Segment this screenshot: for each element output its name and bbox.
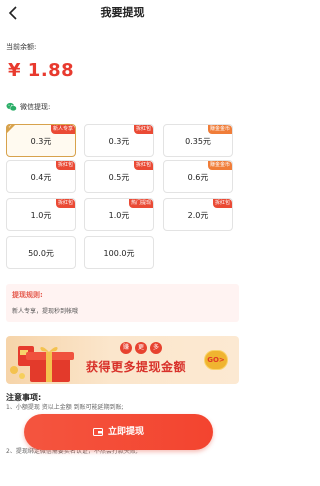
earn-chip: 多 [150,342,162,354]
balance-value: ¥ 1.88 [8,60,75,81]
option-amount: 0.6元 [187,173,209,182]
withdraw-option-7[interactable]: 热门提现 1.0元 [84,198,154,231]
header: 我要提现 [0,0,245,26]
option-tag: 拆红包 [133,161,153,170]
wechat-withdraw-header: 微信提现: [6,101,50,113]
withdraw-option-9[interactable]: 50.0元 [6,236,76,269]
banner-text: 获得更多提现金额 [86,360,187,374]
withdraw-option-1[interactable]: 拆红包 0.3元 [84,124,154,157]
withdraw-option-10[interactable]: 100.0元 [84,236,154,269]
withdraw-option-4[interactable]: 拆红包 0.5元 [84,160,154,193]
option-amount: 1.0元 [30,211,52,220]
balance-label: 当前余额: [6,43,37,51]
rules-text: 新人专享，提现秒到帐哦 [12,308,79,315]
go-button[interactable]: GO> [204,350,228,370]
option-amount: 2.0元 [187,211,209,220]
option-tag: 新人专享 [50,125,75,134]
withdraw-option-0[interactable]: ✓ 新人专享 0.3元 [6,124,76,157]
option-amount: 50.0元 [28,249,54,258]
withdraw-now-button[interactable]: 立即提现 [24,414,213,450]
withdraw-option-6[interactable]: 拆红包 1.0元 [6,198,76,231]
check-icon: ✓ [8,124,13,130]
notice-title: 注意事项: [6,393,42,402]
option-amount: 0.3元 [30,137,52,146]
withdraw-option-5[interactable]: 赚金金币 0.6元 [163,160,233,193]
wechat-icon [6,102,17,112]
option-amount: 100.0元 [103,249,135,258]
rules-title: 提现规则: [12,291,43,299]
option-amount: 0.3元 [108,137,130,146]
earn-more-banner[interactable]: 赚 更 多 获得更多提现金额 GO> [6,336,239,384]
option-tag: 拆红包 [133,125,153,134]
withdraw-now-label: 立即提现 [107,427,144,437]
withdraw-option-3[interactable]: 拆红包 0.4元 [6,160,76,193]
option-tag: 赚金金币 [207,161,232,170]
wechat-withdraw-label: 微信提现: [20,102,51,111]
red-envelope-gift-icon [10,346,74,382]
earn-chip: 更 [135,342,147,354]
option-amount: 1.0元 [108,211,130,220]
page-title: 我要提现 [100,6,145,19]
withdraw-option-8[interactable]: 拆红包 2.0元 [163,198,233,231]
wallet-icon [92,428,103,436]
option-tag: 热门提现 [128,199,153,208]
option-tag: 赚金金币 [207,125,232,134]
option-tag: 拆红包 [212,199,232,208]
option-tag: 拆红包 [55,161,75,170]
earn-chip: 赚 [120,342,132,354]
option-amount: 0.35元 [185,137,211,146]
withdraw-option-2[interactable]: 赚金金币 0.35元 [163,124,233,157]
option-amount: 0.5元 [108,173,130,182]
option-tag: 拆红包 [55,199,75,208]
option-amount: 0.4元 [30,173,52,182]
withdraw-rules: 提现规则: 新人专享，提现秒到帐哦 [6,284,239,322]
